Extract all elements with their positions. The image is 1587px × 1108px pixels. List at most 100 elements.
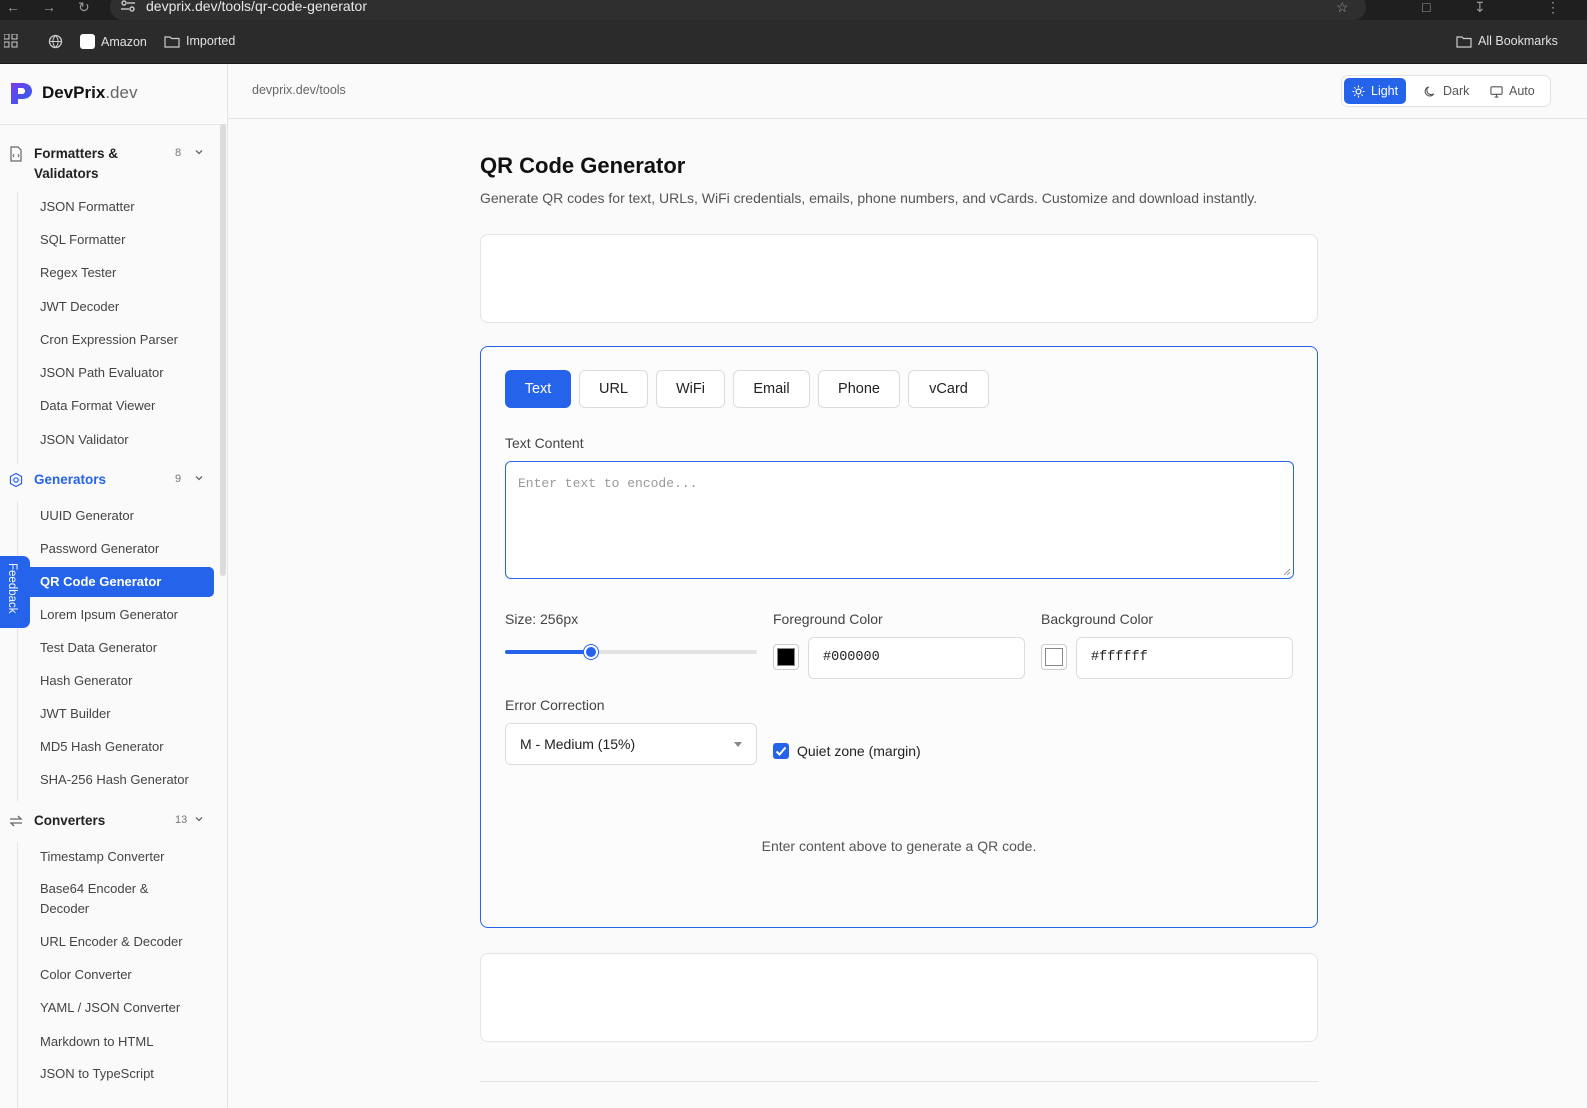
page-title: QR Code Generator [480,153,686,178]
chevron-down-icon [195,476,203,481]
chevron-down-icon [195,150,203,155]
bookmark-amazon[interactable]: Amazon [80,34,147,49]
size-slider[interactable] [505,645,757,659]
error-correction-select[interactable]: M - Medium (15%) [505,723,757,765]
sidebar-item-lorem-ipsum-generator[interactable]: Lorem Ipsum Generator [23,600,214,630]
brand-name: DevPrix.dev [42,83,138,102]
tab-url[interactable]: URL [579,370,648,408]
theme-auto-label: Auto [1509,84,1535,98]
sidebar-item-test-data-generator[interactable]: Test Data Generator [23,633,214,663]
sidebar-item-hash-generator[interactable]: Hash Generator [23,666,214,696]
quiet-zone-label[interactable]: Quiet zone (margin) [797,743,921,759]
foreground-color-label: Foreground Color [773,611,883,627]
theme-light-label: Light [1371,84,1399,98]
generator-gear-icon [9,472,23,488]
sidebar-item-cron-expression-parser[interactable]: Cron Expression Parser [23,325,214,355]
error-correction-label: Error Correction [505,697,605,713]
swap-arrows-icon [9,815,23,827]
all-bookmarks[interactable]: All Bookmarks [1456,34,1558,48]
category-items: UUID Generator Password Generator QR Cod… [17,501,217,801]
background-color-label: Background Color [1041,611,1154,627]
sidebar-item-qr-code-generator[interactable]: QR Code Generator [23,567,214,597]
sidebar-item-base64-encoder-decoder[interactable]: Base64 Encoder & Decoder [23,879,173,921]
sidebar-item-data-format-viewer[interactable]: Data Format Viewer [23,391,214,421]
monitor-icon [1490,85,1503,98]
chevron-down-icon [195,817,203,822]
size-label: Size: 256px [505,611,579,627]
sidebar-item-markdown-to-html[interactable]: Markdown to HTML [23,1027,214,1057]
tab-email[interactable]: Email [733,370,810,408]
theme-auto-button[interactable]: Auto [1482,78,1543,104]
checkmark-icon [775,746,787,756]
quiet-zone-checkbox[interactable] [773,743,789,759]
error-correction-value: M - Medium (15%) [520,736,636,752]
ad-placeholder-top [480,234,1318,323]
tab-vcard[interactable]: vCard [908,370,989,408]
category-converters[interactable]: Converters 13 [8,811,208,831]
background-color-swatch[interactable] [1041,644,1067,670]
feedback-button[interactable]: Feedback [0,556,30,628]
size-slider-thumb[interactable] [583,645,598,659]
menu-icon[interactable]: ⋮ [1546,0,1560,14]
star-icon[interactable]: ☆ [1336,0,1349,14]
back-icon[interactable]: ← [6,0,20,14]
sidebar-item-password-generator[interactable]: Password Generator [23,534,214,564]
category-formatters-validators[interactable]: Formatters & Validators 8 [8,144,208,184]
category-count: 9 [175,473,182,485]
category-count: 8 [175,147,182,159]
sidebar-scrollbar[interactable] [220,124,226,576]
devprix-logo-icon [11,83,32,104]
brand[interactable]: DevPrix.dev [8,80,137,106]
sidebar-item-json-to-typescript[interactable]: JSON to TypeScript [23,1059,214,1089]
background-swatch-fill [1045,648,1063,666]
download-icon[interactable]: ↧ [1474,0,1486,14]
sidebar-item-sha256-hash-generator[interactable]: SHA-256 Hash Generator [23,765,214,795]
text-content-input[interactable]: Enter text to encode... [505,461,1294,579]
top-header: devprix.dev/tools Light Dark Auto [228,64,1587,119]
category-label: Formatters & Validators [34,146,119,181]
tab-phone[interactable]: Phone [818,370,900,408]
theme-dark-button[interactable]: Dark [1416,78,1477,104]
sidebar-item-yaml-json-converter[interactable]: YAML / JSON Converter [23,993,214,1023]
sidebar-divider [0,124,227,125]
theme-light-button[interactable]: Light [1344,78,1407,104]
foreground-color-swatch[interactable] [773,644,799,670]
sidebar-item-jwt-decoder[interactable]: JWT Decoder [23,292,214,322]
bookmark-imported[interactable]: Imported [164,34,235,48]
sidebar-item-json-validator[interactable]: JSON Validator [23,425,214,455]
background-color-input[interactable]: #ffffff [1076,637,1293,679]
sidebar-item-jwt-builder[interactable]: JWT Builder [23,699,214,729]
extensions-icon[interactable]: □ [1422,0,1430,14]
apps-icon[interactable] [4,34,18,48]
sidebar-item-uuid-generator[interactable]: UUID Generator [23,501,214,531]
empty-state-message: Enter content above to generate a QR cod… [761,838,1037,854]
address-bar[interactable]: devprix.dev/tools/qr-code-generator [110,0,1366,20]
folder-icon [164,35,180,48]
globe-icon[interactable] [48,34,63,49]
tab-text[interactable]: Text [505,370,571,408]
sidebar-item-sql-formatter[interactable]: SQL Formatter [23,225,214,255]
sidebar-item-url-encoder-decoder[interactable]: URL Encoder & Decoder [23,927,214,957]
reload-icon[interactable]: ↻ [78,0,90,14]
text-content-placeholder: Enter text to encode... [518,476,698,491]
sidebar-item-md5-hash-generator[interactable]: MD5 Hash Generator [23,732,214,762]
feedback-label: Feedback [6,563,18,614]
sidebar-item-regex-tester[interactable]: Regex Tester [23,258,214,288]
sidebar-item-timestamp-converter[interactable]: Timestamp Converter [23,842,214,872]
site-settings-icon[interactable] [120,0,136,13]
foreground-color-input[interactable]: #000000 [808,637,1025,679]
folder-icon [1456,35,1472,48]
sidebar-item-color-converter[interactable]: Color Converter [23,960,214,990]
forward-icon[interactable]: → [42,0,56,14]
size-slider-fill [505,650,591,654]
breadcrumb[interactable]: devprix.dev/tools [252,83,346,97]
sidebar-item-json-path-evaluator[interactable]: JSON Path Evaluator [23,358,214,388]
moon-icon [1424,85,1435,97]
address-url: devprix.dev/tools/qr-code-generator [146,0,368,14]
category-label: Converters [34,813,106,828]
sidebar-item-json-formatter[interactable]: JSON Formatter [23,192,214,222]
tab-wifi[interactable]: WiFi [656,370,725,408]
category-generators[interactable]: Generators 9 [8,470,208,490]
ad-placeholder-bottom [480,953,1318,1042]
resize-grip-icon[interactable] [1283,568,1291,576]
